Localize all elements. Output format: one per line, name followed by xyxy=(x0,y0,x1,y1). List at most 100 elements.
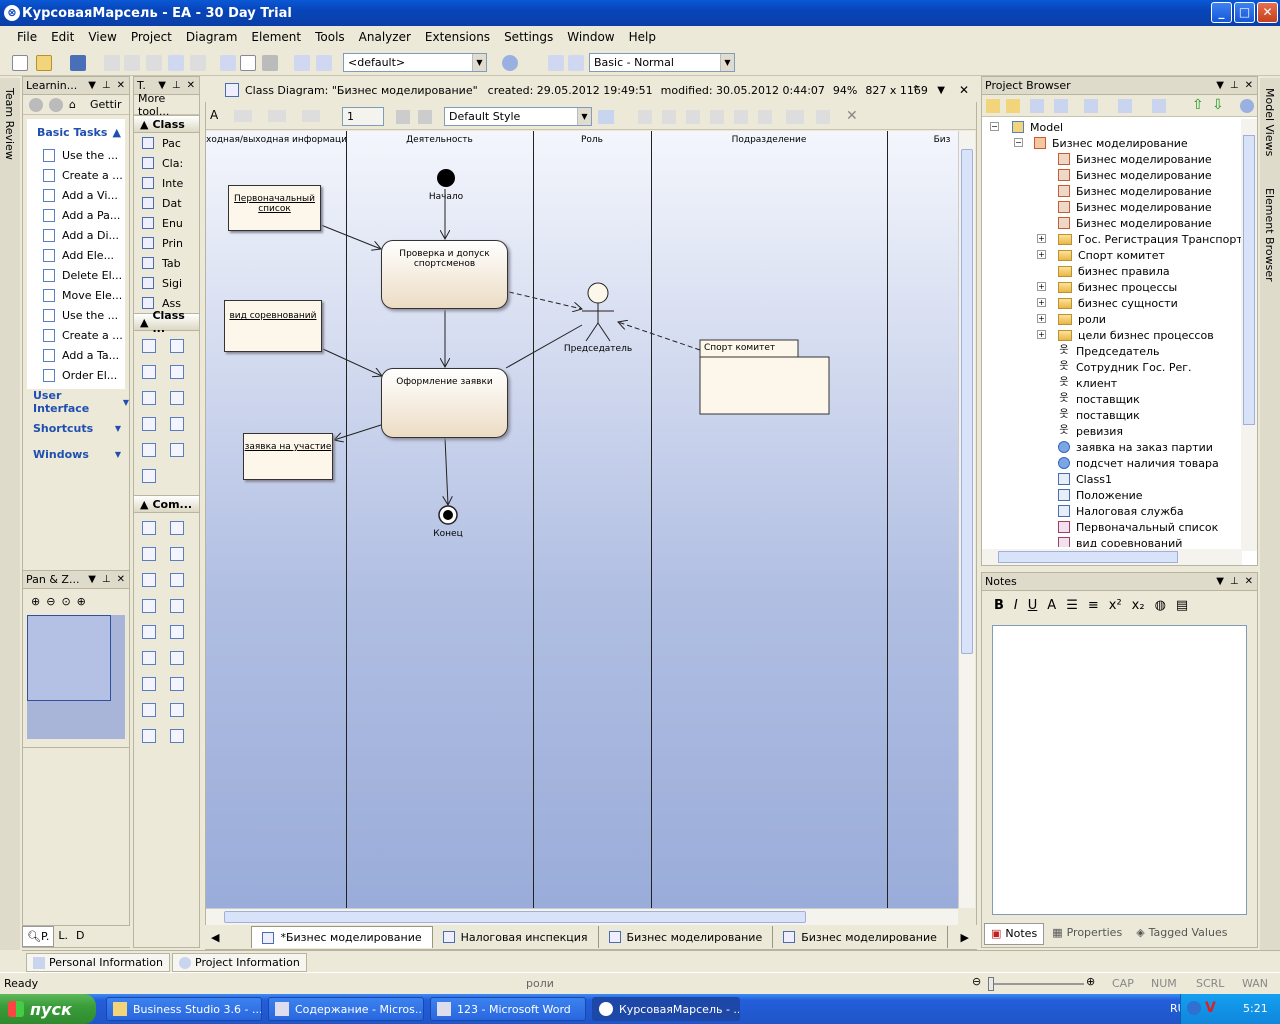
close-diagram-icon[interactable]: ✕ xyxy=(959,83,969,97)
requirement-icon[interactable] xyxy=(170,599,184,613)
scroll-thumb[interactable] xyxy=(961,149,973,654)
antivirus-icon[interactable]: V xyxy=(1205,1000,1216,1016)
toolbox-item-interface[interactable]: Inte xyxy=(134,173,199,193)
tab-scroll-left-icon[interactable]: ◀ xyxy=(205,931,225,944)
page-icon[interactable] xyxy=(240,55,256,71)
aggregation-icon[interactable] xyxy=(142,391,156,405)
menu-project[interactable]: Project xyxy=(124,30,179,44)
close-icon[interactable]: ✕ xyxy=(117,80,125,91)
tab-notes[interactable]: ▣ Notes xyxy=(984,923,1045,945)
tree-item[interactable]: + цели бизнес процессов xyxy=(982,327,1257,343)
tree-item[interactable]: вид соревнований xyxy=(982,535,1257,547)
task-item[interactable]: Create a ... xyxy=(27,165,125,185)
tree-item[interactable]: бизнес правила xyxy=(982,263,1257,279)
class-group-header[interactable]: ▲ Class xyxy=(134,115,199,133)
properties-icon[interactable] xyxy=(1118,99,1132,113)
zoom-in-icon[interactable]: ⊕ xyxy=(1086,975,1095,988)
superscript-icon[interactable]: x² xyxy=(1109,598,1122,613)
menu-element[interactable]: Element xyxy=(244,30,308,44)
tab-tagged-values[interactable]: ◈ Tagged Values xyxy=(1130,923,1233,945)
tree-item[interactable]: 웃 Председатель xyxy=(982,343,1257,359)
trace-icon[interactable] xyxy=(170,703,184,717)
collapse-up-icon[interactable]: ⌃ xyxy=(911,83,921,97)
align-center-icon[interactable] xyxy=(662,110,676,124)
back-icon[interactable] xyxy=(29,97,43,112)
toolbox-item-package[interactable]: Pac xyxy=(134,133,199,153)
tab-scroll-right-icon[interactable]: ▶ xyxy=(953,931,977,944)
close-icon[interactable]: ✕ xyxy=(187,80,195,91)
delete-icon[interactable]: ✕ xyxy=(846,108,858,124)
note-link-icon[interactable] xyxy=(170,729,184,743)
bold-icon[interactable]: B xyxy=(994,598,1004,613)
model-views-tab[interactable]: Model Views xyxy=(1263,88,1276,156)
zoom-icon[interactable] xyxy=(816,110,830,124)
tree-item[interactable]: 웃 поставщик xyxy=(982,407,1257,423)
taskbar-button[interactable]: Business Studio 3.6 - ... xyxy=(106,997,262,1021)
text-icon[interactable] xyxy=(142,547,156,561)
font-color-icon[interactable] xyxy=(234,110,252,122)
actor-figure[interactable] xyxy=(582,282,614,342)
tab-diagram[interactable]: Налоговая инспекция xyxy=(433,926,599,948)
apply-style-icon[interactable] xyxy=(598,110,614,124)
same-size-icon[interactable] xyxy=(758,110,772,124)
tree-item[interactable]: Class1 xyxy=(982,471,1257,487)
move-up-icon[interactable]: ⇧ xyxy=(1192,97,1204,113)
new-model-icon[interactable] xyxy=(986,99,1000,113)
tree-item[interactable]: заявка на заказ партии xyxy=(982,439,1257,455)
activity-application[interactable]: Оформление заявки xyxy=(381,368,508,438)
abstraction-icon[interactable] xyxy=(142,469,156,483)
redo-icon[interactable] xyxy=(190,55,206,71)
zoom-in-icon[interactable]: ⊕ xyxy=(31,595,40,608)
basic-tasks-header[interactable]: Basic Tasks ▲ xyxy=(27,119,125,145)
taskbar-button-active[interactable]: КурсоваяМарсель - ... xyxy=(592,997,740,1021)
line-width-spinner[interactable]: 1 xyxy=(342,107,384,126)
dropdown-icon[interactable]: ▼ xyxy=(158,80,166,91)
find-icon[interactable] xyxy=(220,55,236,71)
package-icon[interactable] xyxy=(142,651,156,665)
issue-icon[interactable] xyxy=(170,625,184,639)
usage-icon[interactable] xyxy=(170,417,184,431)
menu-analyzer[interactable]: Analyzer xyxy=(352,30,418,44)
boundary-icon[interactable] xyxy=(170,651,184,665)
start-button[interactable]: пуск xyxy=(0,994,96,1024)
tab-diagram[interactable]: Бизнес моделирование xyxy=(773,926,948,948)
pin-icon[interactable]: ⊥ xyxy=(1230,80,1239,91)
dropdown-icon[interactable]: ▼ xyxy=(88,80,96,91)
home-icon[interactable]: ⌂ xyxy=(69,98,76,111)
bullets-icon[interactable]: ☰ xyxy=(1066,598,1078,613)
globe-icon[interactable]: ◍ xyxy=(1155,598,1166,613)
collapse-icon[interactable]: − xyxy=(990,122,999,131)
scroll-thumb[interactable] xyxy=(224,911,806,923)
tree-item[interactable]: Бизнес моделирование xyxy=(982,199,1257,215)
dependency-icon[interactable] xyxy=(142,417,156,431)
connector[interactable] xyxy=(445,437,448,505)
class-relations-group-header[interactable]: ▲ Class ... xyxy=(134,309,199,335)
personal-information-tab[interactable]: Personal Information xyxy=(26,953,170,972)
expand-icon[interactable]: + xyxy=(1037,330,1046,339)
align-top-icon[interactable] xyxy=(710,110,724,124)
task-item[interactable]: Add a Di... xyxy=(27,225,125,245)
pin-icon[interactable]: ⊥ xyxy=(172,80,181,91)
help-icon[interactable] xyxy=(502,55,518,71)
tree-root[interactable]: − Model xyxy=(982,119,1257,135)
search-model-icon[interactable] xyxy=(316,55,332,71)
undo-icon[interactable] xyxy=(168,55,184,71)
tab-learning[interactable]: L. xyxy=(54,926,72,947)
toolbox-item-datatype[interactable]: Dat xyxy=(134,193,199,213)
zoom-out-icon[interactable]: ⊖ xyxy=(972,975,981,988)
slider-thumb[interactable] xyxy=(988,977,994,991)
zoom-fit-icon[interactable]: ⊙ xyxy=(61,595,70,608)
align-left-icon[interactable] xyxy=(638,110,652,124)
pin-icon[interactable]: ⊥ xyxy=(1230,576,1239,587)
align-right-icon[interactable] xyxy=(686,110,700,124)
paste-icon[interactable] xyxy=(146,55,162,71)
new-package-icon[interactable] xyxy=(1006,99,1020,113)
initial-node[interactable] xyxy=(437,169,455,187)
tree-item[interactable]: 웃 поставщик xyxy=(982,391,1257,407)
legend-icon[interactable] xyxy=(170,547,184,561)
tree-item[interactable]: 웃 клиент xyxy=(982,375,1257,391)
tree-item[interactable]: подсчет наличия товара xyxy=(982,455,1257,471)
print-icon[interactable] xyxy=(262,55,278,71)
layout-icon[interactable] xyxy=(548,55,564,71)
menu-settings[interactable]: Settings xyxy=(497,30,560,44)
